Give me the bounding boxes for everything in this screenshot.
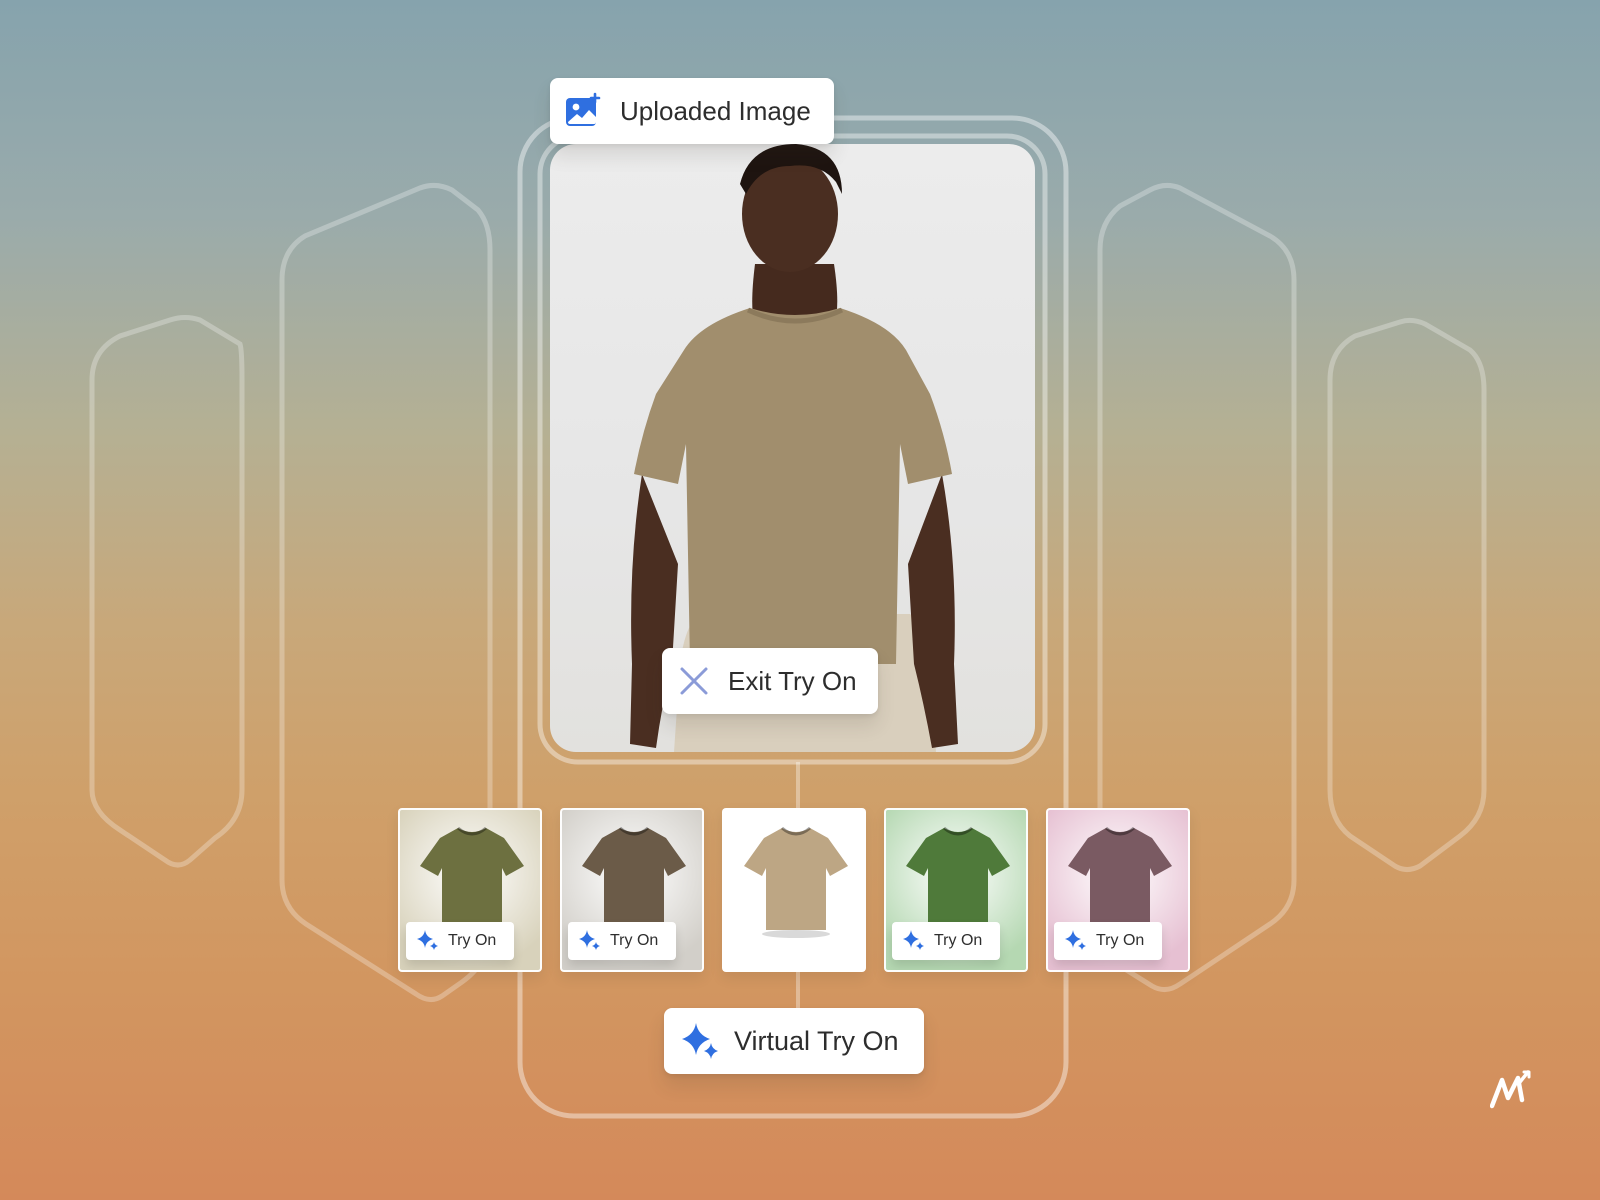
virtual-try-on-button[interactable]: Virtual Try On: [664, 1008, 924, 1074]
sparkle-icon: [417, 930, 438, 950]
close-icon: [680, 667, 708, 695]
try-on-button[interactable]: Try On: [406, 922, 514, 960]
image-upload-icon: [566, 92, 601, 126]
uploaded-image-text: Uploaded Image: [620, 95, 811, 126]
tshirt-image: [744, 826, 848, 938]
try-on-label: Try On: [934, 932, 983, 949]
exit-try-on-label: Exit Try On: [728, 665, 857, 696]
garment-thumbnail[interactable]: Try On: [1046, 808, 1190, 972]
brand-logo: [1490, 1070, 1531, 1109]
garment-thumbnail[interactable]: Try On: [884, 808, 1028, 972]
sparkle-icon: [903, 930, 924, 950]
sparkle-icon: [682, 1023, 718, 1059]
garment-thumbnail-row: Try On Try On Try On Try On: [398, 808, 1190, 972]
try-on-button[interactable]: Try On: [1054, 922, 1162, 960]
uploaded-image-label: Uploaded Image: [550, 78, 834, 144]
exit-try-on-button[interactable]: Exit Try On: [662, 648, 878, 714]
sparkle-icon: [579, 930, 600, 950]
try-on-label: Try On: [610, 932, 659, 949]
try-on-label: Try On: [1096, 932, 1145, 949]
virtual-try-on-label: Virtual Try On: [734, 1025, 899, 1056]
garment-thumbnail[interactable]: [722, 808, 866, 972]
try-on-label: Try On: [448, 932, 497, 949]
garment-thumbnail[interactable]: Try On: [560, 808, 704, 972]
try-on-button[interactable]: Try On: [568, 922, 676, 960]
garment-thumbnail[interactable]: Try On: [398, 808, 542, 972]
try-on-button[interactable]: Try On: [892, 922, 1000, 960]
sparkle-icon: [1065, 930, 1086, 950]
